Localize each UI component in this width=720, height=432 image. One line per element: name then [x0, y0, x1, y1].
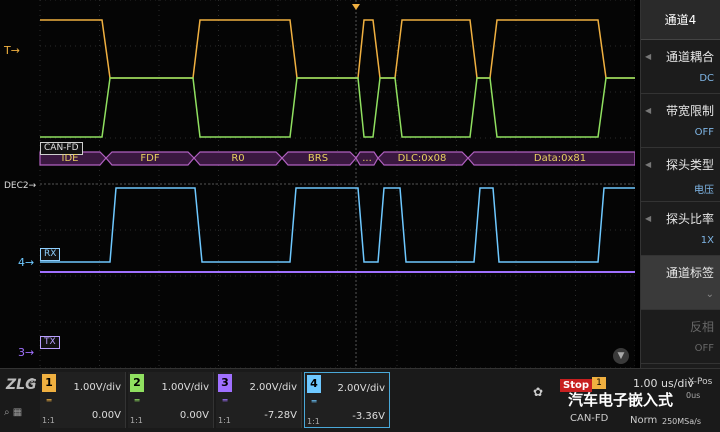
wechat-icon: ✿ [533, 385, 544, 399]
channel-offset: 0.00V [179, 410, 209, 421]
grid-icon[interactable]: ▦ [13, 407, 22, 418]
channel-2-panel[interactable]: 2 ═ 1:1 1.00V/div 0.00V [128, 372, 214, 428]
probe-ratio: 1:1 [218, 416, 231, 425]
arrow-right-icon: → [25, 346, 35, 359]
menu-item-probe-ratio[interactable]: ◀ 探头比率 1X [641, 202, 720, 256]
channel-number: 4 [307, 375, 321, 393]
registered-mark: ® [28, 377, 36, 386]
channel-3-panel[interactable]: 3 ═ 1:1 2.00V/div -7.28V [216, 372, 302, 428]
arrow-right-icon: → [25, 256, 35, 269]
volts-per-div: 1.00V/div [73, 382, 121, 393]
sample-rate: 250MSa/s [662, 417, 702, 426]
trigger-position-marker [352, 4, 360, 10]
ch2-decode-marker[interactable]: DEC2→ [4, 181, 36, 191]
probe-ratio: 1:1 [42, 416, 55, 425]
menu-item-label: 带宽限制 [665, 104, 714, 118]
ch2-marker-label: DEC2 [4, 181, 29, 191]
ch4-marker-label: 4 [18, 256, 25, 269]
menu-item-label: 探头类型 [665, 158, 714, 172]
status-bar: ZLG ® ⌕ ▦ 1 ═ 1:1 1.00V/div 0.00V 2 ═ 1:… [0, 368, 720, 432]
decode-field[interactable]: IDE [62, 152, 79, 165]
arrow-right-icon: → [10, 44, 20, 57]
menu-item-label: 通道标签 [665, 266, 714, 280]
trigger-label: T [4, 44, 11, 57]
xpos-label: X-Pos [688, 377, 713, 387]
scroll-down-icon[interactable]: ▼ [613, 348, 629, 364]
probe-ratio: 1:1 [307, 417, 320, 426]
xpos-value: 0us [686, 391, 701, 400]
dc-coupling-icon: ═ [46, 396, 52, 405]
menu-item-value: OFF [694, 343, 714, 354]
menu-item-label: 通道耦合 [665, 50, 714, 64]
volts-per-div: 1.00V/div [161, 382, 209, 393]
dc-coupling-icon: ═ [134, 396, 140, 405]
channel-offset: -7.28V [264, 410, 297, 421]
menu-item-value: 1X [700, 235, 714, 246]
watermark-text: 汽车电子嵌入式 [568, 391, 674, 409]
volts-per-div: 2.00V/div [337, 383, 385, 394]
triangle-left-icon: ◀ [645, 214, 652, 223]
probe-ratio: 1:1 [130, 416, 143, 425]
decode-field[interactable]: Data:0x81 [534, 152, 586, 165]
decode-field[interactable]: DLC:0x08 [398, 152, 447, 165]
menu-item-coupling[interactable]: ◀ 通道耦合 DC [641, 40, 720, 94]
menu-item-label: 探头比率 [665, 212, 714, 226]
decode-field[interactable]: FDF [140, 152, 159, 165]
tx-tag: TX [40, 336, 60, 349]
tool-icons[interactable]: ⌕ ▦ [4, 407, 22, 418]
channel-number: 2 [130, 374, 144, 392]
channel-offset: 0.00V [91, 410, 121, 421]
menu-item-bandwidth-limit[interactable]: ◀ 带宽限制 OFF [641, 94, 720, 148]
channel-4-panel[interactable]: 4 ═ 1:1 2.00V/div -3.36V [304, 372, 390, 428]
ch1-waveform [40, 19, 635, 79]
decode-field[interactable]: ... [362, 152, 372, 165]
chevron-down-icon: ⌄ [705, 289, 714, 300]
triangle-left-icon: ◀ [645, 52, 652, 61]
menu-item-probe-type[interactable]: ◀ 探头类型 电压 [641, 148, 720, 202]
volts-per-div: 2.00V/div [249, 382, 297, 393]
waveform-display [39, 0, 635, 368]
decode-field[interactable]: R0 [231, 152, 244, 165]
menu-item-value: DC [699, 73, 714, 84]
channel-number: 3 [218, 374, 232, 392]
channel-number: 1 [42, 374, 56, 392]
ch3-marker-label: 3 [18, 346, 25, 359]
ch3-offset-marker[interactable]: 3→ [18, 346, 34, 359]
channel-menu: 通道4 ◀ 通道耦合 DC ◀ 带宽限制 OFF ◀ 探头类型 电压 ◀ 探头比… [640, 0, 720, 368]
ch4-offset-marker[interactable]: 4→ [18, 256, 34, 269]
decode-field[interactable]: BRS [308, 152, 328, 165]
trigger-mode[interactable]: Norm [630, 415, 657, 426]
triangle-left-icon: ◀ [645, 106, 652, 115]
menu-item-label: 反相 [689, 320, 714, 334]
rx-tag: RX [40, 248, 61, 261]
triangle-left-icon: ◀ [645, 160, 652, 169]
menu-item-value: OFF [694, 127, 714, 138]
menu-item-invert[interactable]: 反相 OFF [641, 310, 720, 364]
scope-screen[interactable]: T→ DEC2→ 4→ 3→ CAN-FD RX TX IDE FDF R0 BRS.… [0, 0, 635, 368]
menu-item-channel-label[interactable]: 通道标签 ⌄ [641, 256, 720, 310]
dc-coupling-icon: ═ [311, 397, 317, 406]
trigger-level-marker[interactable]: T→ [4, 44, 20, 57]
menu-title: 通道4 [641, 0, 720, 40]
dc-coupling-icon: ═ [222, 396, 228, 405]
trigger-source-badge[interactable]: 1 [592, 377, 606, 389]
arrow-right-icon: → [28, 181, 37, 191]
trigger-protocol[interactable]: CAN-FD [570, 413, 608, 424]
menu-item-value: 电压 [694, 185, 714, 196]
ch2-waveform [40, 77, 635, 138]
zoom-icon[interactable]: ⌕ [4, 407, 10, 418]
channel-1-panel[interactable]: 1 ═ 1:1 1.00V/div 0.00V [40, 372, 126, 428]
channel-offset: -3.36V [352, 411, 385, 422]
